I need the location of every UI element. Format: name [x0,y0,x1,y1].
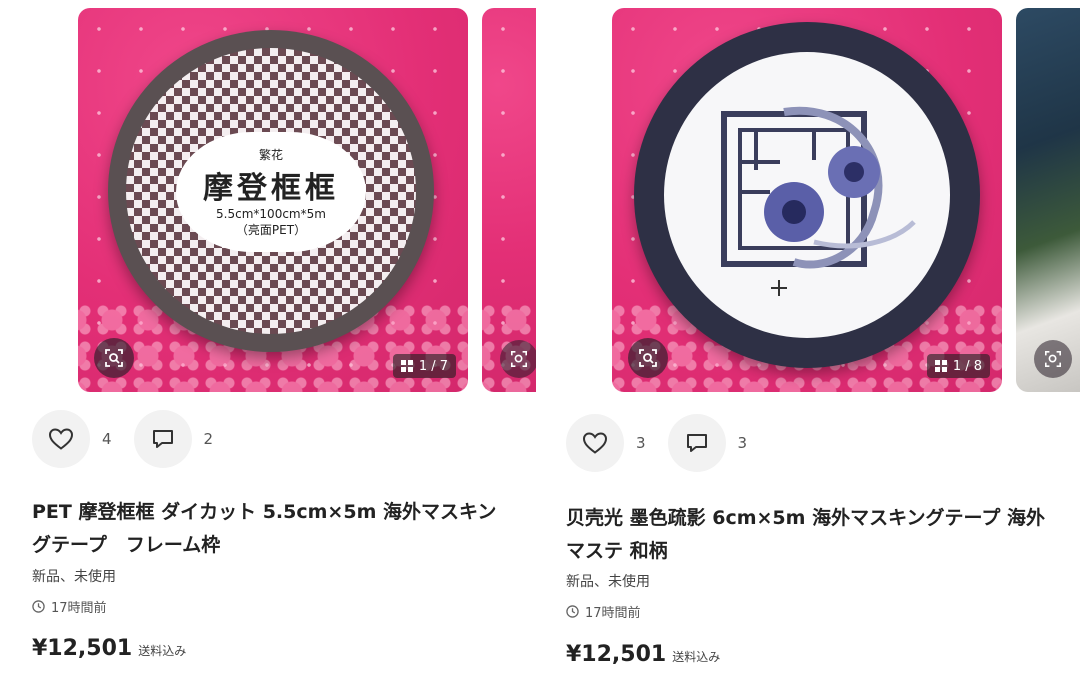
price: ¥12,501 [32,636,133,661]
lens-search-button[interactable] [500,340,536,378]
grid-icon [400,360,413,372]
lens-search-icon [105,349,123,367]
tape-label-top: 繁花 [258,148,283,162]
image-counter-text: 1 / 7 [418,358,448,374]
clock-icon [566,605,579,618]
comment-count: 3 [737,434,748,452]
item-condition: 新品、未使用 [32,569,116,585]
listing-title[interactable]: PET 摩登框框 ダイカット 5.5cm×5m 海外マスキングテープ フレーム枠 [32,496,512,562]
image-counter: 1 / 7 [392,354,456,378]
lens-search-icon [1044,350,1062,368]
listing-title[interactable]: 贝壳光 墨色疏影 6cm×5m 海外マスキングテープ 海外マステ 和柄 [566,502,1056,568]
listing-time: 17時間前 [566,602,641,621]
heart-icon [48,428,74,450]
lens-search-icon [510,350,528,368]
listing-card[interactable]: 繁花 摩登框框 5.5cm*100cm*5m （亮面PET） 1 / 7 4 2… [0,0,536,677]
tape-label-size: 5.5cm*100cm*5m [216,207,326,221]
listing-card[interactable]: 1 / 8 3 3 贝壳光 墨色疏影 6cm×5m 海外マスキングテープ 海外マ… [548,0,1080,677]
image-counter: 1 / 8 [926,354,990,378]
clock-icon [32,600,45,613]
image-carousel[interactable]: 1 / 8 [612,8,1080,392]
time-ago: 17時間前 [51,601,107,616]
engagement-bar: 3 3 [566,414,769,472]
tape-label [664,52,950,338]
listing-time: 17時間前 [32,597,107,616]
time-ago: 17時間前 [585,606,641,621]
tape-label-plate: 繁花 摩登框框 5.5cm*100cm*5m （亮面PET） [176,132,366,252]
comment-button[interactable] [133,410,192,468]
lens-search-button[interactable] [628,338,668,378]
next-product-photo[interactable] [1016,8,1080,392]
next-product-photo[interactable] [482,8,536,392]
like-count: 4 [102,430,112,448]
image-counter-text: 1 / 8 [952,358,982,374]
product-photo[interactable]: 繁花 摩登框框 5.5cm*100cm*5m （亮面PET） 1 / 7 [78,8,468,392]
shipping-label: 送料込み [138,644,187,658]
like-button[interactable] [566,414,624,472]
price-row: ¥12,501 送料込み [32,636,186,661]
shipping-label: 送料込み [672,650,721,664]
lens-search-icon [639,349,657,367]
grid-icon [934,360,947,372]
item-condition: 新品、未使用 [566,574,650,590]
like-count: 3 [636,434,646,452]
price-row: ¥12,501 送料込み [566,642,720,667]
comment-icon [152,430,173,448]
tape-roll [634,22,980,368]
floral-frame-illustration [721,106,916,296]
comment-button[interactable] [667,414,726,472]
lens-search-button[interactable] [94,338,134,378]
comment-icon [686,434,707,452]
comment-count: 2 [203,430,214,448]
lens-search-button[interactable] [1034,340,1072,378]
price: ¥12,501 [566,642,667,667]
tape-label-material: （亮面PET） [235,223,307,237]
engagement-bar: 4 2 [32,410,235,468]
image-carousel[interactable]: 繁花 摩登框框 5.5cm*100cm*5m （亮面PET） 1 / 7 [78,8,536,392]
like-button[interactable] [32,410,90,468]
houndstooth-label: 繁花 摩登框框 5.5cm*100cm*5m （亮面PET） [126,48,416,334]
tape-roll: 繁花 摩登框框 5.5cm*100cm*5m （亮面PET） [108,30,434,352]
product-photo[interactable]: 1 / 8 [612,8,1002,392]
tape-label-name: 摩登框框 [203,171,339,206]
heart-icon [582,432,608,454]
